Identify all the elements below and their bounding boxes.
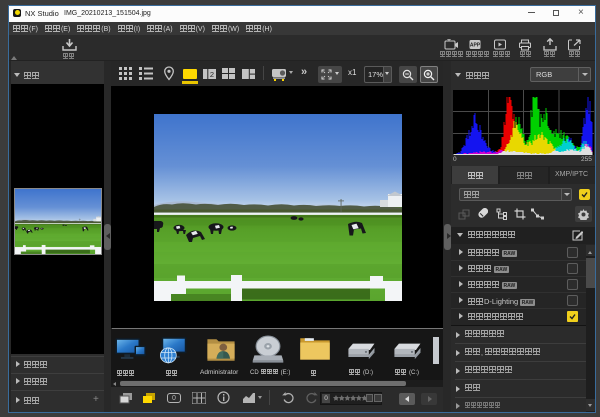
svg-text:2: 2 — [210, 70, 214, 79]
svg-text:APP: APP — [470, 43, 481, 49]
